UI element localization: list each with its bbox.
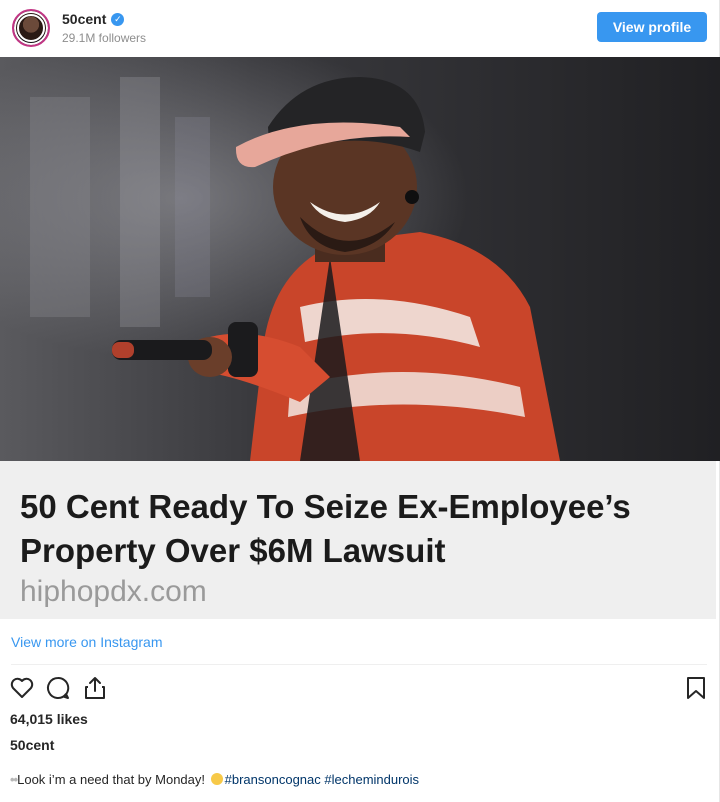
username-row: 50cent ✓	[62, 11, 125, 27]
instagram-embed-card: 50cent ✓ 29.1M followers View profile 50…	[0, 0, 720, 802]
post-header: 50cent ✓ 29.1M followers View profile	[0, 0, 720, 56]
heart-icon[interactable]	[9, 675, 35, 701]
preview-headline[interactable]: 50 Cent Ready To Seize Ex-Employee’s Pro…	[20, 485, 700, 573]
caption-text: Look i’m a need that by Monday!	[17, 772, 205, 787]
hashtag-lechemindurois[interactable]: #lechemindurois	[324, 772, 419, 787]
comment-icon[interactable]	[45, 675, 71, 701]
preview-domain: hiphopdx.com	[20, 575, 207, 608]
verified-badge-icon: ✓	[111, 12, 125, 26]
username[interactable]: 50cent	[62, 11, 106, 27]
view-more-on-instagram-link[interactable]: View more on Instagram	[11, 634, 162, 650]
post-photo[interactable]	[0, 57, 720, 461]
caption-author[interactable]: 50cent	[10, 737, 54, 753]
caption: ••Look i’m a need that by Monday! #brans…	[10, 772, 419, 787]
hashtag-bransoncognac[interactable]: #bransoncognac	[225, 772, 321, 787]
view-profile-button[interactable]: View profile	[597, 12, 707, 42]
profile-avatar[interactable]	[12, 9, 50, 47]
like-count[interactable]: 64,015 likes	[10, 711, 88, 727]
performer-photo-illustration	[0, 57, 720, 461]
divider	[11, 664, 707, 665]
bookmark-icon[interactable]	[683, 675, 709, 701]
follower-count: 29.1M followers	[62, 31, 147, 45]
smirk-emoji-icon	[210, 773, 223, 785]
share-icon[interactable]	[82, 675, 108, 701]
link-preview[interactable]: 50 Cent Ready To Seize Ex-Employee’s Pro…	[0, 461, 716, 619]
